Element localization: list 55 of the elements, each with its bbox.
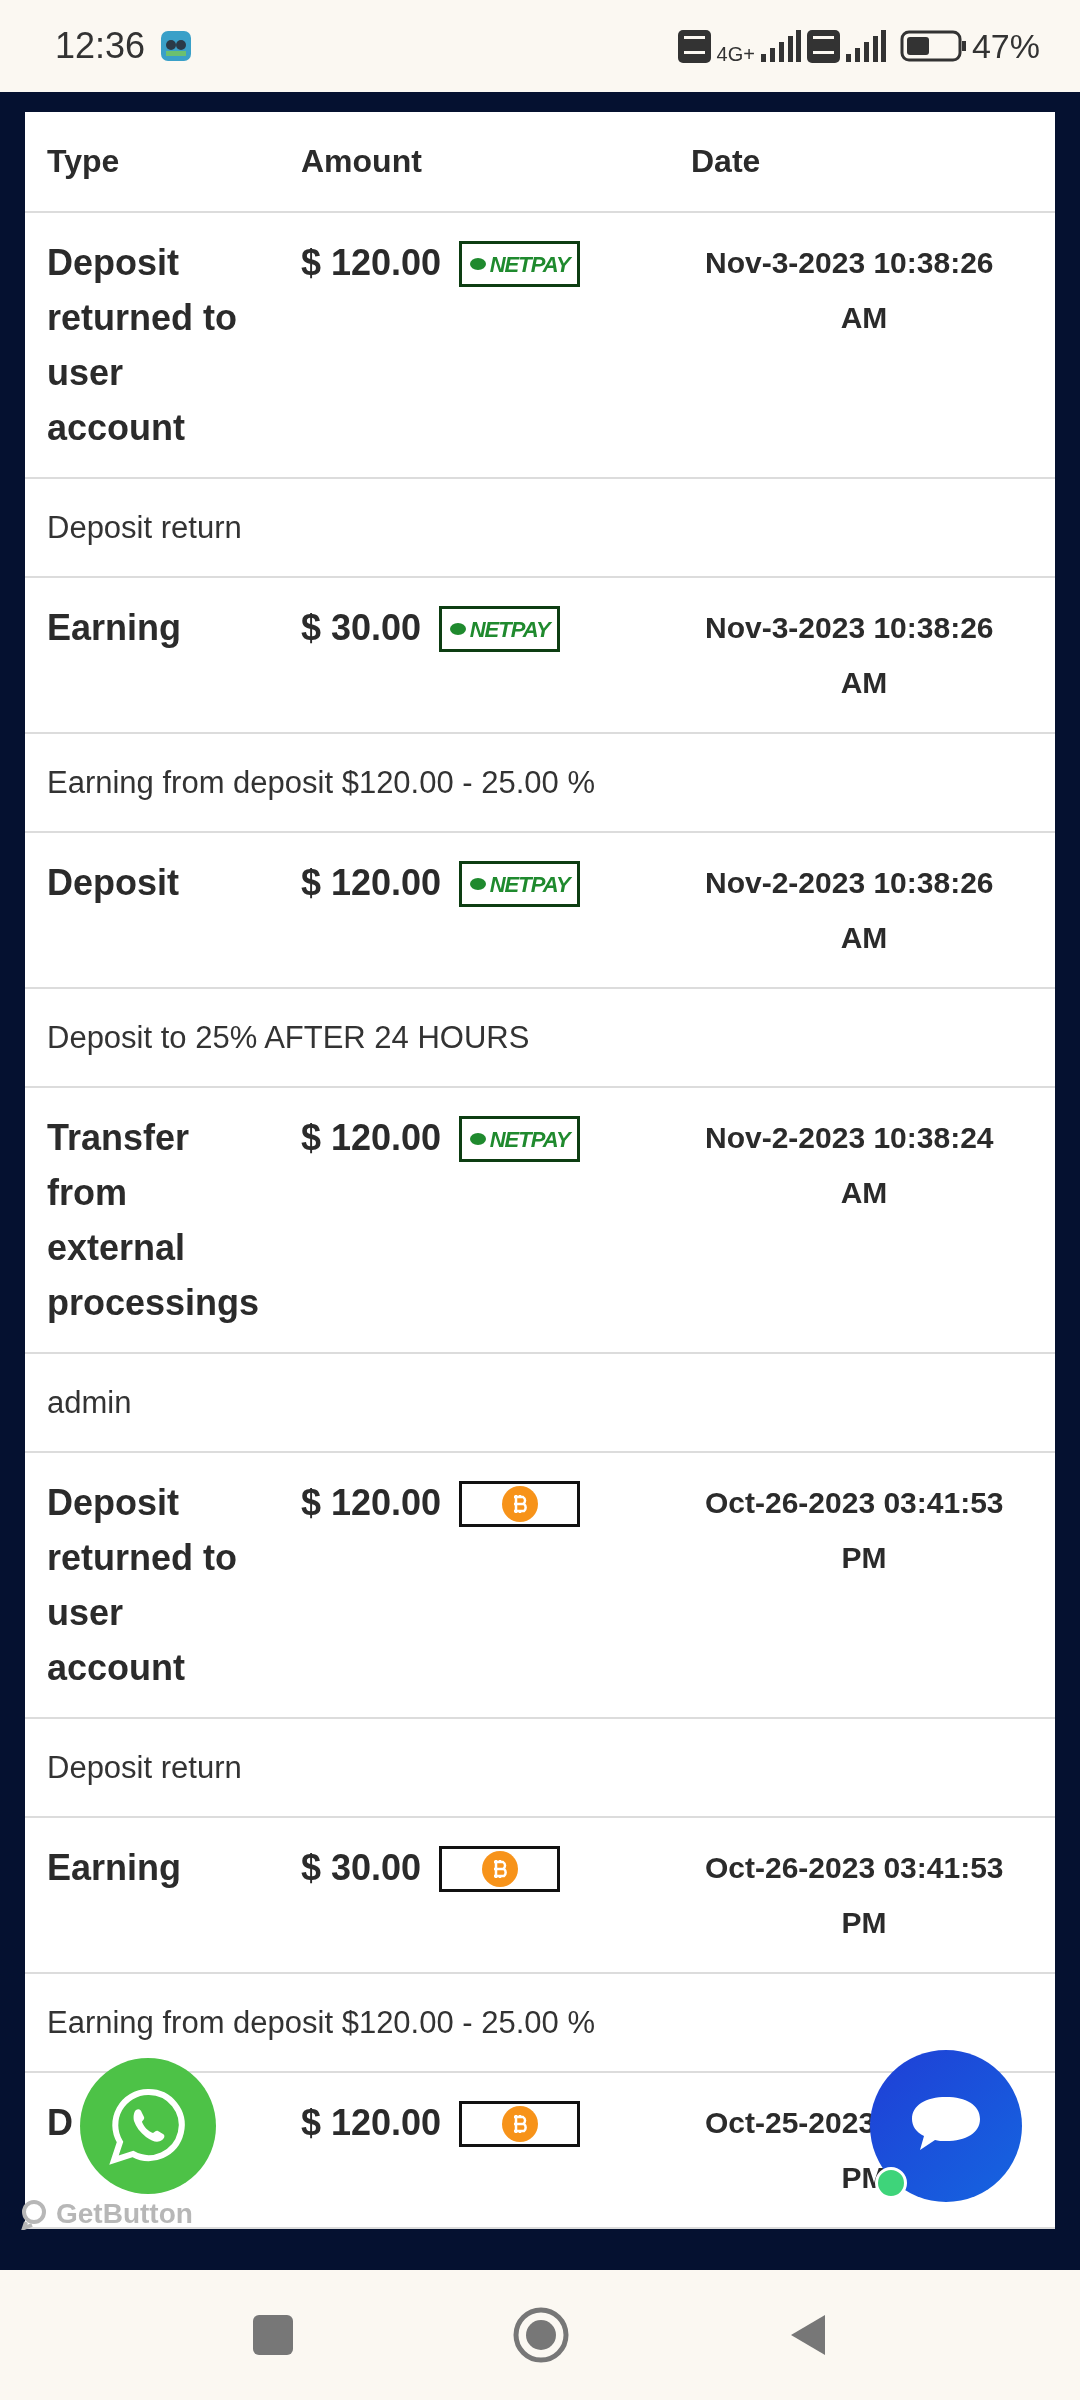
transaction-description: Deposit return: [25, 1719, 1055, 1818]
battery-icon: [899, 30, 966, 62]
network-type: 4G+: [716, 41, 755, 67]
transaction-description: Earning from deposit $120.00 - 25.00 %: [25, 734, 1055, 833]
transaction-type: Earning: [47, 607, 181, 648]
transaction-description: Deposit to 25% AFTER 24 HOURS: [25, 989, 1055, 1088]
transaction-type: Deposit returned to user account: [47, 242, 237, 448]
netpay-logo: NETPAY: [439, 606, 561, 652]
netpay-logo: NETPAY: [459, 861, 581, 907]
amount: $ 120.00: [301, 1481, 442, 1525]
clock-time: 12:36: [55, 24, 146, 68]
getbutton-label: GetButton: [56, 2197, 193, 2231]
whatsapp-icon: [108, 2086, 188, 2166]
bitcoin-icon: [481, 1851, 518, 1887]
amount: $ 120.00: [301, 861, 442, 905]
date-text: AM: [840, 921, 888, 954]
transaction-description: Deposit return: [25, 479, 1055, 578]
date-text: Nov-3-2023 10:38:26: [705, 246, 994, 279]
transaction-type: Deposit returned to user account: [47, 1482, 237, 1688]
date-text: Oct-25-2023: [705, 2106, 876, 2139]
transaction-type: Earning: [47, 1847, 181, 1888]
home-icon[interactable]: [513, 2307, 569, 2363]
netpay-logo: NETPAY: [459, 241, 581, 287]
amount: $ 120.00: [301, 1116, 442, 1160]
app-icon: [161, 31, 192, 61]
amount: $ 120.00: [301, 241, 442, 285]
amount: $ 30.00: [301, 606, 422, 650]
amount: $ 30.00: [301, 1846, 422, 1890]
bitcoin-icon: [501, 1486, 538, 1522]
date-text: PM: [841, 1541, 887, 1574]
signal-icon: [760, 30, 801, 62]
amount: $ 120.00: [301, 2101, 442, 2145]
signal-icon: [845, 30, 886, 62]
date-text: Nov-2-2023 10:38:26: [705, 866, 994, 899]
date-text: Oct-26-2023 03:41:53: [705, 1851, 1004, 1884]
volte-icon: [677, 29, 711, 63]
transaction-type: Transfer from external processings: [47, 1117, 260, 1323]
date-text: AM: [840, 666, 888, 699]
date-text: AM: [840, 1176, 888, 1209]
transaction-type: D: [47, 2102, 73, 2143]
transaction-type: Deposit: [47, 862, 179, 903]
column-header: Amount: [301, 142, 422, 181]
column-header: Date: [691, 143, 761, 179]
battery-level: 47%: [971, 25, 1040, 67]
date-text: PM: [841, 1906, 887, 1939]
back-icon[interactable]: [789, 2313, 827, 2357]
volte-icon: [806, 29, 840, 63]
transaction-description: admin: [25, 1354, 1055, 1453]
date-text: Nov-3-2023 10:38:26: [705, 611, 994, 644]
netpay-logo: NETPAY: [459, 1116, 581, 1162]
bitcoin-icon: [501, 2106, 538, 2142]
date-text: Oct-26-2023 03:41:53: [705, 1486, 1004, 1519]
date-text: Nov-2-2023 10:38:24: [705, 1121, 994, 1154]
date-text: AM: [840, 301, 888, 334]
column-header: Type: [47, 143, 120, 179]
